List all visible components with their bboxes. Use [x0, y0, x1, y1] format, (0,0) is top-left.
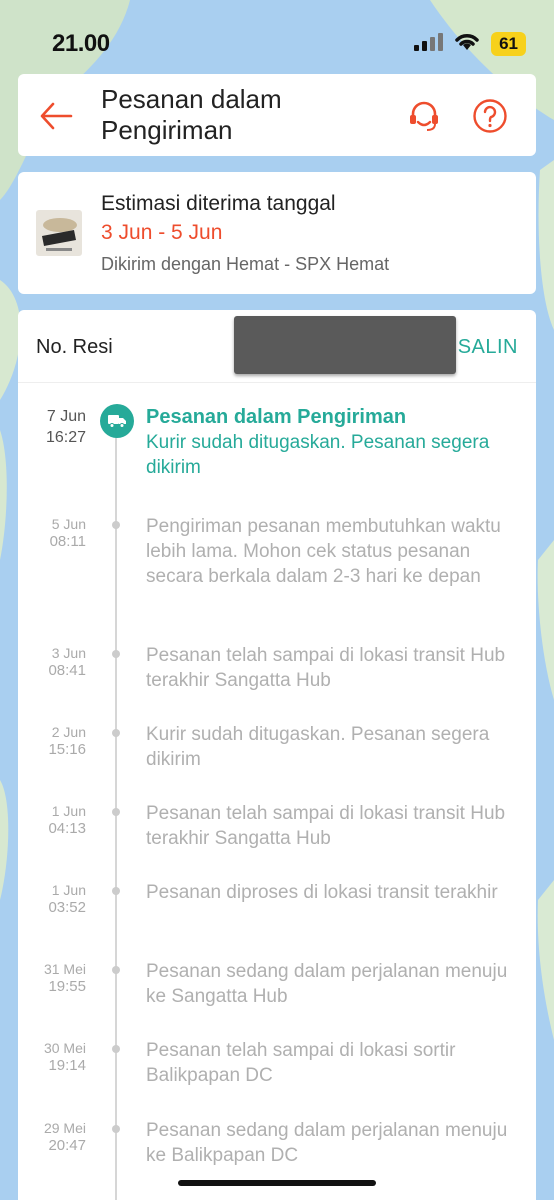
tracking-card: No. Resi SALIN 7 Jun 16:27 Pesanan dalam… — [18, 310, 536, 1200]
event-text: Pesanan diproses di lokasi transit terak… — [146, 882, 498, 903]
home-indicator — [178, 1180, 376, 1186]
truck-icon — [100, 404, 134, 438]
timeline-dot — [112, 1045, 120, 1053]
timeline-dot — [112, 966, 120, 974]
event-title: Pesanan dalam Pengiriman — [146, 406, 407, 428]
event-date: 5 Jun — [51, 516, 86, 532]
customer-service-button[interactable] — [404, 96, 444, 136]
timeline-dot — [112, 887, 120, 895]
event-text: Pesanan sedang dalam perjalanan menuju k… — [146, 1120, 508, 1166]
event-time: 16:27 — [45, 429, 86, 446]
back-button[interactable] — [36, 96, 76, 136]
divider — [18, 382, 536, 383]
estimate-label: Estimasi diterima tanggal — [101, 192, 336, 215]
event-text: Kurir sudah ditugaskan. Pesanan segera d… — [146, 724, 490, 770]
page-title: Pesanan dalam Pengiriman — [101, 84, 282, 145]
timeline-dot — [112, 650, 120, 658]
event-date: 2 Jun — [51, 724, 86, 740]
event-time: 15:16 — [48, 741, 86, 758]
product-thumbnail[interactable] — [36, 210, 82, 256]
status-time: 21.00 — [52, 30, 110, 57]
signal-icon — [413, 31, 444, 56]
event-time: 03:52 — [48, 899, 86, 916]
timeline-dot — [112, 1125, 120, 1133]
event-date: 29 Mei — [43, 1120, 86, 1136]
courier-info: Dikirim dengan Hemat - SPX Hemat — [101, 254, 390, 274]
event-date: 3 Jun — [51, 645, 86, 661]
event-text: Pesanan sedang dalam perjalanan menuju k… — [146, 961, 508, 1007]
copy-resi-button[interactable]: SALIN — [458, 336, 518, 359]
event-time: 08:41 — [48, 662, 86, 679]
event-description: Kurir sudah ditugaskan. Pesanan segera d… — [146, 432, 490, 478]
timeline-dot — [112, 521, 120, 529]
event-time: 20:47 — [48, 1137, 86, 1154]
back-arrow-icon — [40, 102, 73, 130]
event-time: 04:13 — [48, 820, 86, 837]
event-date: 1 Jun — [51, 803, 86, 819]
event-text: Pesanan telah sampai di lokasi transit H… — [146, 645, 506, 691]
header-bar: Pesanan dalam Pengiriman — [18, 74, 536, 156]
event-date: 30 Mei — [43, 1040, 86, 1056]
event-text: Pesanan telah sampai di lokasi sortir Ba… — [146, 1040, 456, 1086]
event-date: 31 Mei — [43, 961, 86, 977]
timeline-dot — [112, 808, 120, 816]
event-time: 08:11 — [49, 533, 86, 550]
event-date: 7 Jun — [46, 408, 86, 425]
timeline-dot — [112, 729, 120, 737]
event-time: 19:14 — [48, 1057, 86, 1074]
estimate-date: 3 Jun - 5 Jun — [101, 221, 223, 244]
help-button[interactable] — [470, 96, 510, 136]
resi-number-redacted — [234, 316, 456, 374]
headset-icon — [410, 101, 438, 131]
event-text: Pengiriman pesanan membutuhkan waktu leb… — [146, 516, 501, 587]
wifi-icon — [453, 30, 481, 57]
event-text: Pesanan telah sampai di lokasi transit H… — [146, 803, 506, 849]
status-icons: 61 — [413, 30, 526, 57]
battery-indicator: 61 — [491, 31, 526, 56]
event-date: 1 Jun — [51, 882, 86, 898]
help-icon — [473, 99, 507, 133]
delivery-estimate-card: Estimasi diterima tanggal 3 Jun - 5 Jun … — [18, 172, 536, 294]
resi-label: No. Resi — [36, 336, 113, 358]
event-time: 19:55 — [48, 978, 86, 995]
